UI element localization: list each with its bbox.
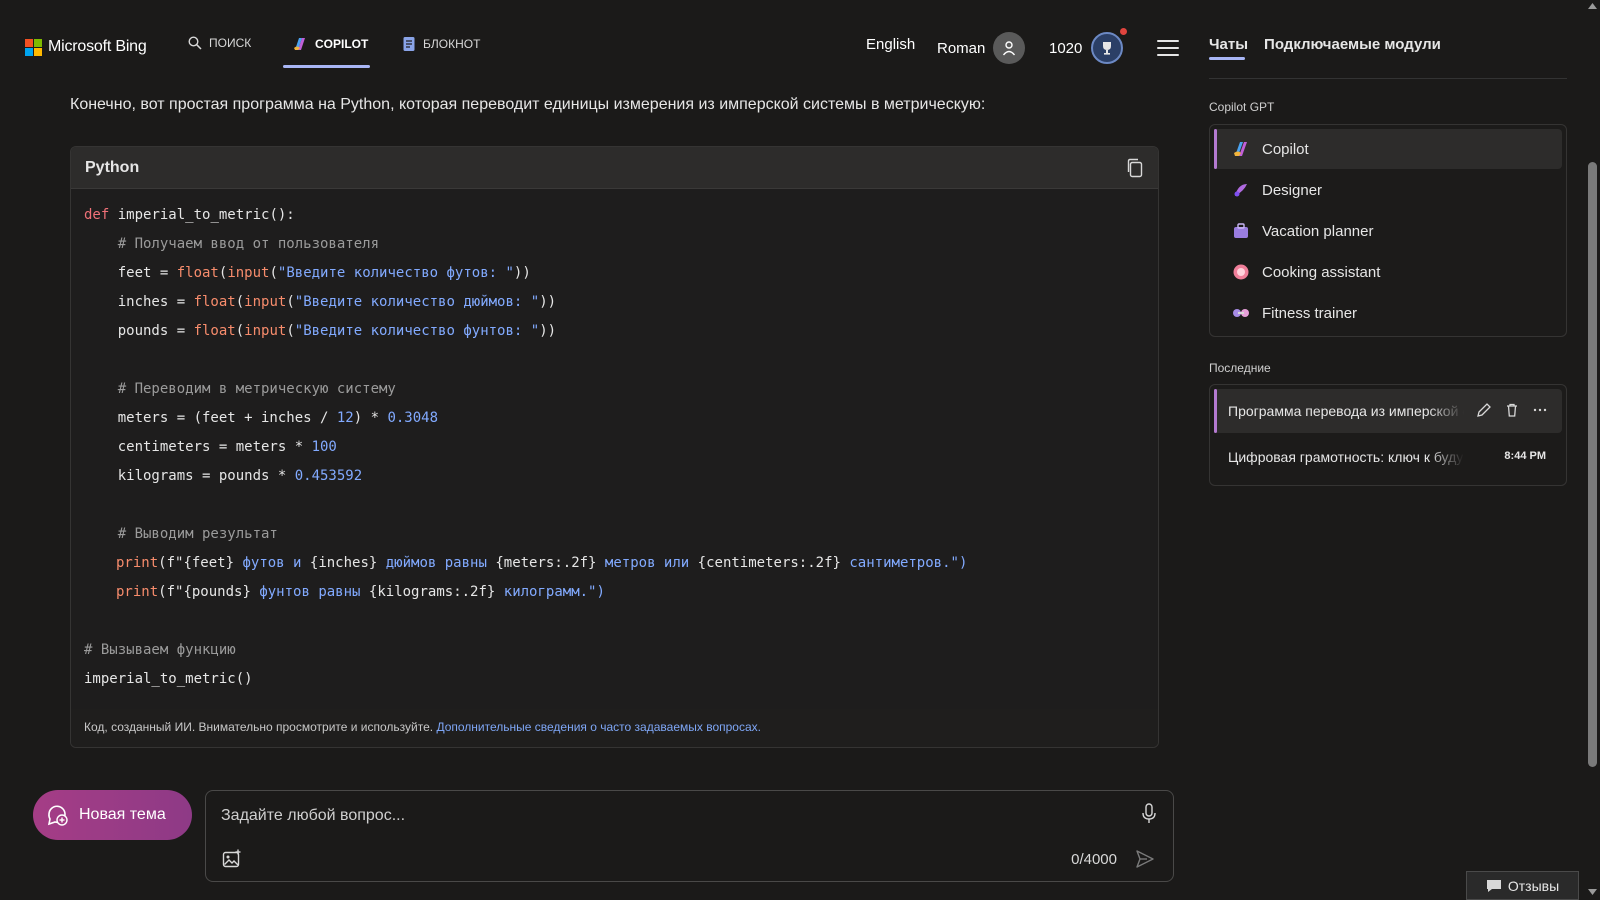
language-selector[interactable]: English	[866, 36, 915, 53]
notebook-icon	[403, 37, 415, 51]
new-topic-button[interactable]: Новая тема	[33, 790, 192, 840]
add-image-icon[interactable]	[222, 849, 242, 869]
points-count: 1020	[1049, 39, 1083, 57]
nav-active-indicator	[283, 65, 370, 68]
nav-search[interactable]: ПОИСК	[188, 36, 251, 50]
nav-notebook-label: БЛОКНОТ	[423, 37, 481, 51]
edit-icon[interactable]	[1476, 402, 1492, 418]
gpt-item-designer[interactable]: Designer	[1214, 170, 1562, 210]
tab-chats[interactable]: Чаты	[1209, 36, 1248, 53]
suitcase-icon	[1234, 223, 1248, 238]
page-scrollbar[interactable]	[1585, 0, 1600, 900]
char-counter: 0/4000	[1071, 851, 1117, 868]
nav-notebook[interactable]: БЛОКНОТ	[402, 36, 480, 52]
send-icon[interactable]	[1135, 849, 1155, 869]
notification-dot	[1120, 28, 1128, 35]
recent-chat-title: Программа перевода из имперской системы …	[1228, 403, 1464, 419]
sidebar-tabs: Чаты Подключаемые модули	[1209, 36, 1441, 53]
code-line: feet = float(input("Введите количество ф…	[84, 265, 531, 281]
code-language-label: Python	[85, 159, 140, 176]
code-content: def imperial_to_metric(): # Получаем вво…	[71, 189, 1158, 709]
gpt-item-vacation-planner[interactable]: Vacation planner	[1214, 211, 1562, 251]
chat-input[interactable]	[221, 803, 1101, 829]
code-line: inches = float(input("Введите количество…	[84, 294, 557, 310]
code-disclaimer: Код, созданный ИИ. Внимательно просмотри…	[71, 709, 1158, 747]
trophy-icon	[1091, 28, 1128, 64]
microsoft-logo-icon	[25, 38, 42, 56]
user-profile[interactable]: Roman	[937, 32, 1026, 64]
scroll-up-icon[interactable]	[1588, 3, 1597, 9]
recent-chats-list: Программа перевода из имперской системы …	[1209, 384, 1567, 486]
nav-copilot-label: COPILOT	[315, 37, 369, 51]
tab-plugins[interactable]: Подключаемые модули	[1264, 36, 1441, 53]
code-line: print(f"{feet} футов и {inches} дюймов р…	[116, 555, 968, 571]
chat-composer: 0/4000	[205, 790, 1174, 882]
sidebar-divider	[1209, 78, 1567, 79]
feedback-icon	[1486, 879, 1501, 892]
recent-chat-time: 8:44 PM	[1504, 450, 1546, 462]
feedback-label: Отзывы	[1507, 877, 1560, 894]
code-line: # Выводим результат	[84, 526, 278, 542]
microphone-icon[interactable]	[1141, 803, 1157, 825]
recent-chat-item[interactable]: Цифровая грамотность: ключ к будущему 8:…	[1214, 435, 1562, 479]
gpt-item-copilot[interactable]: Copilot	[1214, 129, 1562, 169]
avatar	[993, 32, 1026, 64]
gpt-item-cooking-assistant[interactable]: Cooking assistant	[1214, 252, 1562, 292]
code-line: meters = (feet + inches / 12) * 0.3048	[84, 410, 439, 426]
scrollbar-thumb[interactable]	[1588, 162, 1597, 767]
gpt-label: Copilot	[1262, 140, 1309, 158]
copilot-icon	[294, 38, 305, 50]
code-line: pounds = float(input("Введите количество…	[84, 323, 557, 339]
code-line: imperial_to_metric()	[84, 671, 253, 687]
new-chat-icon	[47, 805, 68, 826]
top-header: Microsoft Bing ПОИСК COPILOT БЛОКНОТ Eng…	[0, 0, 1179, 80]
tab-active-indicator	[1209, 57, 1245, 60]
gpt-label: Vacation planner	[1262, 222, 1374, 240]
code-block-header: Python	[71, 147, 1158, 189]
scroll-down-icon[interactable]	[1588, 889, 1597, 895]
language-label: English	[866, 36, 916, 53]
search-icon	[188, 36, 202, 50]
code-line: # Вызываем функцию	[84, 642, 236, 658]
nav-copilot[interactable]: COPILOT	[292, 36, 368, 52]
more-options-icon[interactable]	[1532, 402, 1548, 418]
gpt-list: Copilot Designer Vacation planner Cookin…	[1209, 124, 1567, 337]
copilot-icon	[1234, 142, 1247, 156]
code-line: kilograms = pounds * 0.453592	[84, 468, 363, 484]
recent-chat-title: Цифровая грамотность: ключ к будущему	[1228, 449, 1464, 465]
code-line: # Получаем ввод от пользователя	[84, 236, 380, 252]
disclaimer-text: Код, созданный ИИ. Внимательно просмотри…	[84, 720, 437, 734]
recent-chat-actions	[1476, 402, 1548, 418]
designer-icon	[1234, 184, 1247, 197]
gpt-label: Fitness trainer	[1262, 304, 1358, 322]
code-line: print(f"{pounds} фунтов равны {kilograms…	[116, 584, 605, 600]
rewards-button[interactable]: 1020	[1049, 28, 1128, 64]
feedback-button[interactable]: Отзывы	[1466, 871, 1579, 900]
gpt-section-title: Copilot GPT	[1209, 100, 1275, 114]
delete-icon[interactable]	[1504, 402, 1520, 418]
bing-logo[interactable]: Microsoft Bing	[25, 38, 147, 56]
user-name: Roman	[937, 39, 986, 57]
gpt-label: Cooking assistant	[1262, 263, 1381, 281]
dumbbell-icon	[1233, 309, 1249, 317]
code-line: # Переводим в метрическую систему	[84, 381, 396, 397]
code-line: def imperial_to_metric():	[84, 207, 295, 223]
gpt-item-fitness-trainer[interactable]: Fitness trainer	[1214, 293, 1562, 333]
logo-text: Microsoft Bing	[48, 38, 147, 55]
nav-search-label: ПОИСК	[209, 36, 252, 50]
code-block: Python def imperial_to_metric(): # Получ…	[70, 146, 1159, 748]
assistant-intro-text: Конечно, вот простая программа на Python…	[70, 96, 986, 113]
faq-link[interactable]: Дополнительные сведения о часто задаваем…	[436, 720, 761, 734]
recent-chat-item[interactable]: Программа перевода из имперской системы …	[1214, 389, 1562, 433]
gpt-label: Designer	[1262, 181, 1323, 199]
user-icon	[1003, 41, 1016, 56]
cooking-icon	[1233, 264, 1249, 280]
recent-section-title: Последние	[1209, 361, 1271, 375]
menu-button[interactable]	[1157, 40, 1179, 61]
new-topic-label: Новая тема	[79, 806, 166, 823]
copy-icon[interactable]	[1126, 158, 1144, 178]
code-line: centimeters = meters * 100	[84, 439, 337, 455]
